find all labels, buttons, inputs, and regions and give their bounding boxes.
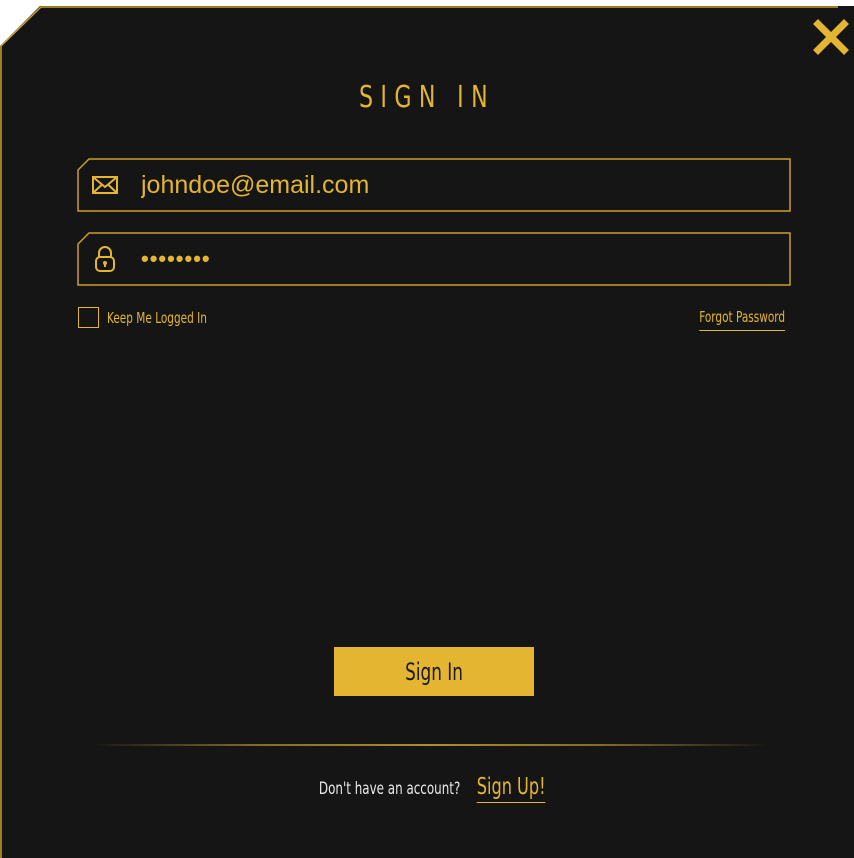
- close-icon[interactable]: [812, 18, 850, 56]
- sign-up-link[interactable]: Sign Up!: [476, 774, 546, 803]
- email-field[interactable]: [77, 158, 791, 212]
- email-input[interactable]: [141, 166, 761, 204]
- dialog-title: SIGN IN: [358, 80, 496, 115]
- lock-icon: [95, 246, 115, 272]
- envelope-icon: [92, 176, 118, 194]
- divider: [90, 744, 770, 746]
- sign-in-button-label: Sign In: [405, 657, 463, 686]
- password-input[interactable]: [141, 240, 761, 278]
- sign-in-button[interactable]: Sign In: [334, 647, 534, 696]
- dialog-panel: [0, 6, 854, 858]
- sign-in-dialog: SIGN IN Keep Me Logged In Forgot Passwor…: [0, 0, 854, 858]
- forgot-password-link[interactable]: Forgot Password: [699, 308, 785, 331]
- password-field[interactable]: [77, 232, 791, 286]
- no-account-text: Don't have an account?: [318, 778, 461, 799]
- keep-logged-in-checkbox[interactable]: [78, 307, 99, 328]
- footer: Don't have an account? Sign Up!: [0, 774, 854, 803]
- keep-logged-in-option[interactable]: Keep Me Logged In: [78, 307, 235, 328]
- keep-logged-in-label: Keep Me Logged In: [107, 308, 207, 327]
